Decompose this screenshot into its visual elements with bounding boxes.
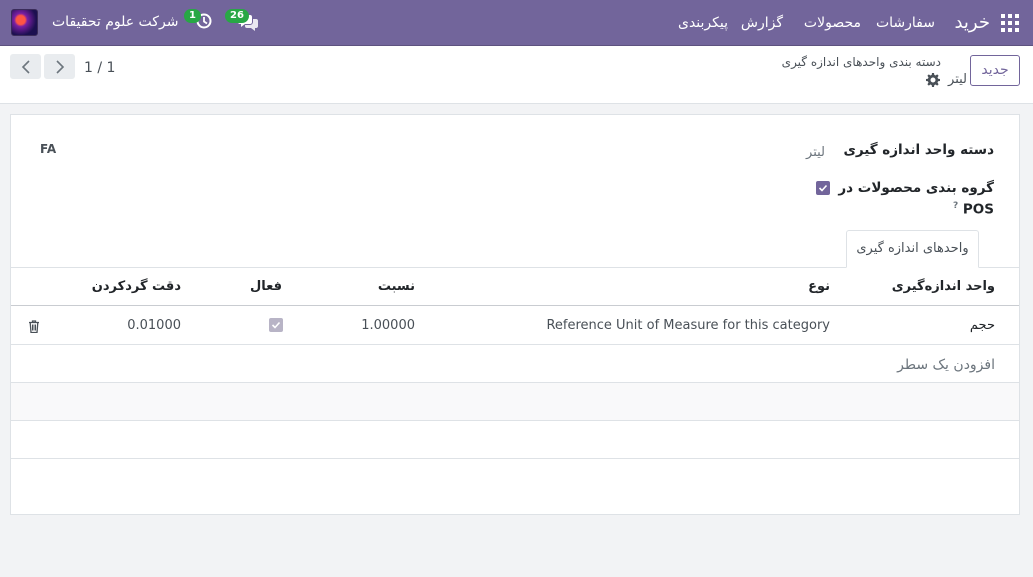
column-header-type[interactable]: نوع: [808, 279, 830, 294]
pager-previous-button[interactable]: [10, 54, 41, 79]
menu-orders[interactable]: سفارشات: [876, 15, 935, 31]
help-tooltip-icon[interactable]: ?: [953, 201, 958, 211]
avatar[interactable]: [11, 9, 38, 36]
checkmark-icon: [271, 321, 281, 329]
trash-icon[interactable]: [28, 320, 40, 334]
menu-configuration[interactable]: پیکربندی: [678, 15, 728, 31]
company-name[interactable]: شرکت علوم تحقیقات: [52, 14, 178, 30]
category-label: دسته واحد اندازه گیری: [843, 142, 994, 158]
chevron-left-icon: [21, 60, 30, 74]
pager-value[interactable]: 1 / 1: [84, 60, 115, 76]
cell-unit[interactable]: حجم: [970, 318, 995, 333]
category-value[interactable]: لیتر: [806, 145, 825, 160]
cell-active-checkbox[interactable]: [269, 318, 283, 332]
cell-type[interactable]: Reference Unit of Measure for this categ…: [546, 318, 830, 333]
row-divider: [11, 344, 1019, 345]
menu-products[interactable]: محصولات: [804, 15, 861, 31]
breadcrumb-parent[interactable]: دسته بندی واحدهای اندازه گیری: [782, 55, 941, 69]
chevron-right-icon: [56, 60, 65, 74]
apps-grid-icon[interactable]: [1001, 14, 1019, 32]
menu-reports[interactable]: گزارش: [741, 15, 783, 31]
pos-group-label-pos: ? POS: [952, 201, 994, 218]
messages-badge: 26: [225, 9, 249, 23]
column-header-ratio[interactable]: نسبت: [378, 279, 415, 294]
gear-icon[interactable]: [926, 73, 940, 87]
pos-group-checkbox[interactable]: [816, 181, 830, 195]
app-name[interactable]: خرید: [954, 12, 990, 33]
activity-badge: 1: [184, 9, 201, 23]
pos-group-label: گروه بندی محصولات در: [838, 180, 994, 196]
control-panel: جدید دسته بندی واحدهای اندازه گیری لیتر …: [0, 46, 1033, 104]
tab-units-of-measure[interactable]: واحدهای اندازه گیری: [846, 230, 979, 268]
new-button[interactable]: جدید: [970, 55, 1020, 86]
form-sheet: FA دسته واحد اندازه گیری لیتر گروه بندی …: [10, 114, 1020, 515]
cell-rounding[interactable]: 0.01000: [127, 318, 181, 333]
empty-row: [11, 383, 1019, 420]
column-header-active[interactable]: فعال: [250, 279, 282, 294]
add-line-link[interactable]: افزودن یک سطر: [897, 357, 995, 373]
column-header-rounding[interactable]: دقت گردکردن: [92, 279, 181, 294]
column-header-unit[interactable]: واحد اندازه‌گیری: [892, 279, 995, 294]
breadcrumb-current: لیتر: [948, 72, 967, 87]
language-tag[interactable]: FA: [40, 142, 56, 156]
pager-next-button[interactable]: [44, 54, 75, 79]
row-divider: [11, 420, 1019, 421]
row-divider: [11, 458, 1019, 459]
checkmark-icon: [818, 184, 828, 192]
cell-ratio[interactable]: 1.00000: [361, 318, 415, 333]
top-navbar: خرید سفارشات محصولات گزارش پیکربندی 26 1…: [0, 0, 1033, 46]
